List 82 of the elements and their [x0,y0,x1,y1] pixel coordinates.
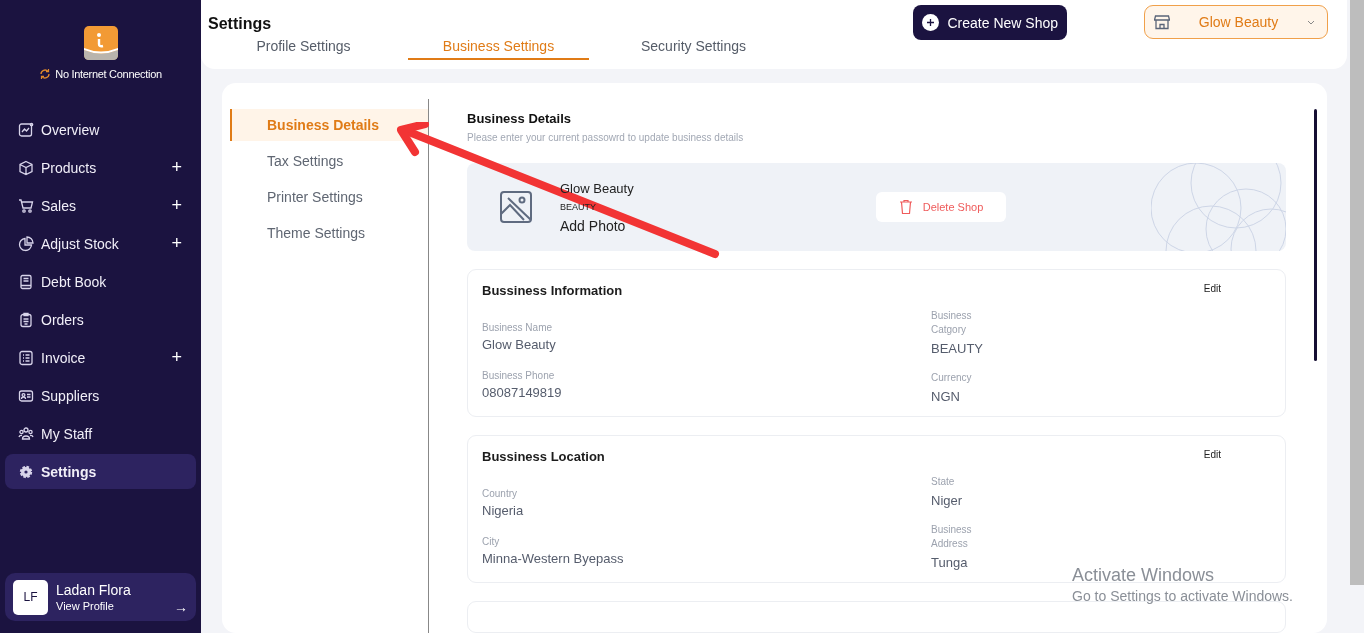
nav-item[interactable]: Adjust Stock + [5,226,196,261]
book-icon [18,273,34,290]
expand-icon[interactable]: + [171,157,182,178]
gear-icon [18,463,34,480]
nav-item[interactable]: Overview [5,112,196,147]
avatar-initials: LF [13,579,48,615]
field-value: BEAUTY [931,341,984,356]
nav-item[interactable]: Sales + [5,188,196,223]
expand-icon[interactable]: + [171,195,182,216]
image-placeholder-icon [499,190,533,224]
activation-title: Activate Windows [1072,565,1216,586]
list-icon [18,349,34,366]
create-shop-button[interactable]: Create New Shop [913,5,1067,40]
field-value: Nigeria [482,503,525,518]
profile-card[interactable]: LF Ladan Flora View Profile → [5,573,196,621]
field-value: Minna-Western Byepass [482,551,625,566]
app-logo [83,26,118,60]
edit-link[interactable]: Edit [1203,449,1221,464]
nav-label: Invoice [41,349,87,366]
field-value: Niger [931,493,964,508]
nav-label: Settings [41,463,98,480]
connection-status: No Internet Connection [55,68,162,80]
field-label: Business Address [931,523,973,551]
user-name: Ladan Flora [56,582,132,598]
field-label: Business Catgory [931,309,973,337]
nav-label: My Staff [41,425,94,442]
field-label: State [931,475,956,489]
scrollbar[interactable] [1314,109,1317,361]
nav-label: Sales [41,197,78,214]
page-title: Settings [208,15,273,33]
settings-tab[interactable]: Security Settings [603,36,784,60]
chevron-down-icon [1307,19,1315,25]
section-subtitle: Please enter your current passowrd to update business details [467,132,745,143]
plus-circle-icon [922,14,940,31]
clipboard-icon [18,311,34,328]
nav-item[interactable]: My Staff [5,416,196,451]
expand-icon[interactable]: + [171,347,182,368]
chart-icon [18,121,34,138]
pie-icon [18,235,34,252]
nav-item[interactable]: Suppliers [5,378,196,413]
panel-title: Bussiness Location [482,449,605,464]
sync-icon [39,68,52,80]
box-icon [18,159,34,176]
nav-label: Overview [41,121,101,138]
field-value: NGN [931,389,961,404]
nav-label: Adjust Stock [41,235,120,252]
nav-label: Orders [41,311,85,328]
edit-link[interactable]: Edit [1203,283,1221,298]
people-icon [18,425,34,442]
field-label: Currency [931,371,973,385]
settings-tab[interactable]: Profile Settings [213,36,394,60]
field-label: Business Name [482,322,554,333]
field-value: Tunga [931,555,969,570]
nav-item[interactable]: Orders [5,302,196,337]
field-value: 08087149819 [482,385,563,400]
field-label: City [482,536,501,547]
nav-item[interactable]: Products + [5,150,196,185]
expand-icon[interactable]: + [171,233,182,254]
settings-menu-item[interactable]: Printer Settings [230,181,428,213]
field-value: Glow Beauty [482,337,557,352]
view-profile-link[interactable]: View Profile [56,600,166,612]
add-photo-link[interactable]: Add Photo [560,217,876,234]
nav-item[interactable]: Invoice + [5,340,196,375]
field-label: Business Phone [482,370,556,381]
nav-label: Suppliers [41,387,101,404]
page-scrollbar[interactable] [1350,0,1364,585]
field-label: Country [482,488,518,499]
nav-label: Debt Book [41,273,108,290]
nav-item[interactable]: Debt Book [5,264,196,299]
trash-icon [898,199,913,215]
section-title: Business Details [467,111,573,126]
store-icon [1154,14,1170,30]
cart-icon [18,197,34,214]
settings-menu-item[interactable]: Tax Settings [230,145,428,177]
shop-name: Glow Beauty [560,180,635,196]
nav-item[interactable]: Settings [5,454,196,489]
nav-label: Products [41,159,98,176]
card-icon [18,387,34,404]
arrow-icon[interactable]: → [174,599,188,621]
panel-title: Bussiness Information [482,283,623,298]
activation-text: Go to Settings to activate Windows. [1072,588,1293,604]
settings-menu-item[interactable]: Theme Settings [230,217,428,249]
